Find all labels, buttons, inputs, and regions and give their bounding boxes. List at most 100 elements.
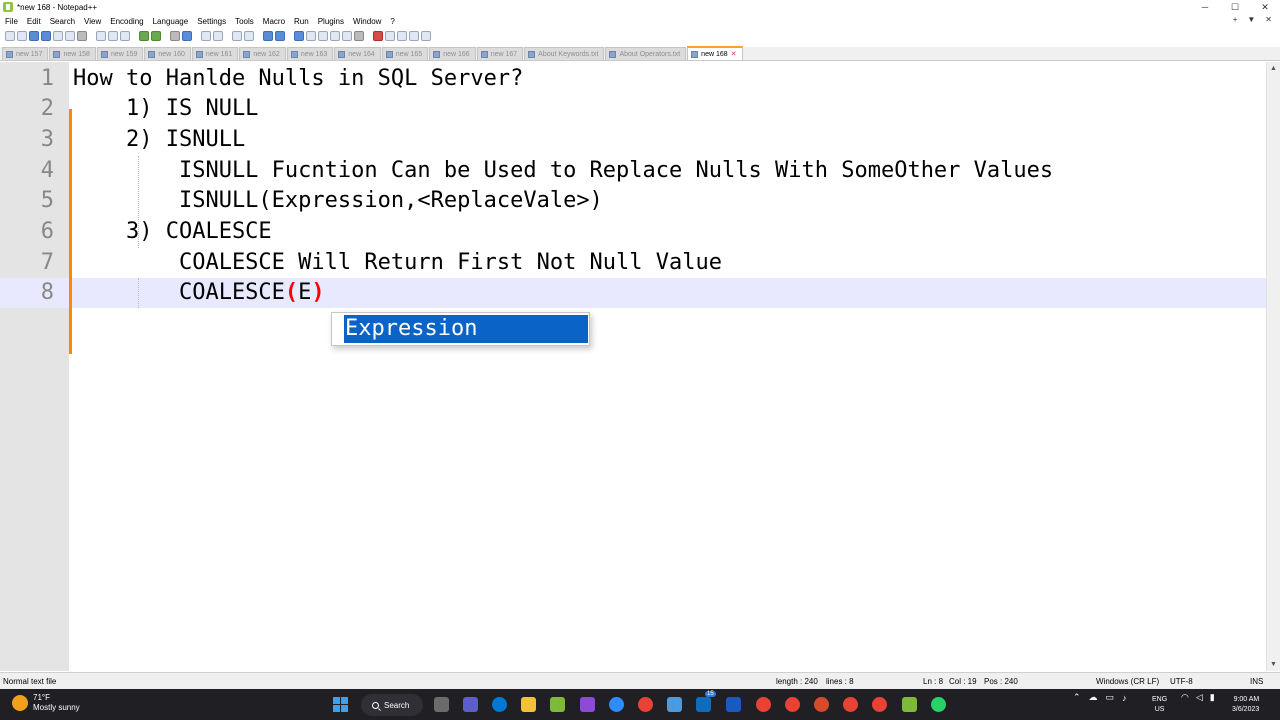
sync-vertical-icon[interactable] [232,31,242,41]
network-app-icon[interactable] [667,697,682,712]
notepadpp-instance-icon[interactable] [902,697,917,712]
menu-encoding[interactable]: Encoding [105,17,147,26]
keyboard-icon[interactable]: ▭ [1106,692,1115,703]
tab-list-dropdown-icon[interactable]: ▼ [1247,15,1255,24]
scroll-down-arrow-icon[interactable]: ▼ [1270,661,1277,668]
chrome-profile-5-icon[interactable] [872,697,887,712]
status-eol[interactable]: Windows (CR LF) [1096,677,1159,686]
chrome-profile-3-icon[interactable] [785,697,800,712]
find-icon[interactable] [170,31,180,41]
cut-icon[interactable] [96,31,106,41]
minimize-button[interactable]: ─ [1190,0,1220,14]
zoom-icon[interactable] [609,697,624,712]
menu-run[interactable]: Run [289,17,313,26]
word-icon[interactable] [726,697,741,712]
microphone-icon[interactable]: ♪ [1122,693,1127,703]
battery-icon[interactable]: ▮ [1210,692,1215,703]
taskbar-clock[interactable]: 9:00 AM 3/6/2023 [1232,695,1259,715]
record-macro-icon[interactable] [373,31,383,41]
menu-window[interactable]: Window [348,17,385,26]
status-encoding[interactable]: UTF-8 [1170,677,1193,686]
replace-icon[interactable] [182,31,192,41]
outlook-icon[interactable] [696,697,711,712]
volume-icon[interactable]: ◁ [1196,692,1203,703]
save-macro-icon[interactable] [421,31,431,41]
visual-studio-icon[interactable] [580,697,595,712]
chrome-profile-4-icon[interactable] [843,697,858,712]
input-language[interactable]: ENG US [1152,695,1167,715]
paste-icon[interactable] [120,31,130,41]
windows-start-icon[interactable] [333,697,348,712]
play-macro-icon[interactable] [397,31,407,41]
sync-horizontal-icon[interactable] [244,31,254,41]
whatsapp-icon[interactable] [931,697,946,712]
onedrive-cloud-icon[interactable]: ☁ [1089,692,1098,703]
redo-icon[interactable] [151,31,161,41]
editor-area[interactable]: 1 How to Hanlde Nulls in SQL Server? 2 1… [0,62,1280,695]
chrome-profile-2-icon[interactable] [756,697,771,712]
tab-new-159[interactable]: new 159 [96,47,144,60]
edge-browser-icon[interactable] [492,697,507,712]
open-file-icon[interactable] [17,31,27,41]
tab-new-163[interactable]: new 163 [286,47,334,60]
misc-icon[interactable] [354,31,364,41]
tab-close-icon[interactable]: ✕ [731,50,737,58]
file-explorer-icon[interactable] [521,697,536,712]
undo-icon[interactable] [139,31,149,41]
maximize-button[interactable]: ☐ [1220,0,1250,14]
tab-new-157[interactable]: new 157 [2,47,49,60]
monitoring-icon[interactable] [342,31,352,41]
weather-widget[interactable]: 71°F Mostly sunny [12,693,80,713]
show-hidden-icons-icon[interactable]: ⌃ [1073,692,1081,703]
tab-new-160[interactable]: new 160 [144,47,191,60]
save-icon[interactable] [29,31,39,41]
taskbar-search[interactable]: Search [361,694,423,716]
folder-workspace-icon[interactable] [330,31,340,41]
new-tab-plus-icon[interactable]: + [1233,15,1238,24]
close-file-icon[interactable] [53,31,63,41]
tab-new-164[interactable]: new 164 [334,47,381,60]
menu-view[interactable]: View [79,17,105,26]
stop-macro-icon[interactable] [385,31,395,41]
document-map-icon[interactable] [306,31,316,41]
status-insert-mode[interactable]: INS [1250,677,1263,686]
chrome-icon[interactable] [638,697,653,712]
menu-help[interactable]: ? [385,17,398,26]
menu-tools[interactable]: Tools [230,17,258,26]
zoom-in-icon[interactable] [201,31,211,41]
show-all-characters-icon[interactable] [275,31,285,41]
zoom-out-icon[interactable] [213,31,223,41]
print-icon[interactable] [77,31,87,41]
indent-guide-icon[interactable] [294,31,304,41]
wifi-icon[interactable]: ◠ [1181,692,1189,703]
teams-chat-icon[interactable] [463,697,478,712]
close-button[interactable]: ✕ [1250,0,1280,14]
vertical-scrollbar[interactable]: ▲ ▼ [1266,62,1280,671]
menu-language[interactable]: Language [148,17,193,26]
tab-about-operators[interactable]: About Operators.txt [605,47,687,60]
close-all-icon[interactable] [65,31,75,41]
menu-settings[interactable]: Settings [192,17,230,26]
tab-new-166[interactable]: new 166 [429,47,476,60]
tab-new-161[interactable]: new 161 [191,47,239,60]
menu-edit[interactable]: Edit [22,17,45,26]
save-all-icon[interactable] [41,31,51,41]
run-macro-multiple-icon[interactable] [409,31,419,41]
copy-icon[interactable] [108,31,118,41]
menu-search[interactable]: Search [45,17,79,26]
tab-new-165[interactable]: new 165 [381,47,429,60]
tab-new-168[interactable]: new 168 ✕ [687,46,743,60]
notepadpp-taskbar-icon[interactable] [550,697,565,712]
tab-new-162[interactable]: new 162 [239,47,286,60]
menu-file[interactable]: File [0,17,22,26]
tab-new-167[interactable]: new 167 [476,47,524,60]
menu-macro[interactable]: Macro [258,17,289,26]
autocomplete-suggestion[interactable]: Expression [344,315,588,343]
tab-about-keywords[interactable]: About Keywords.txt [524,47,605,60]
close-document-icon[interactable]: ✕ [1265,15,1272,24]
tab-new-158[interactable]: new 158 [49,47,96,60]
new-file-icon[interactable] [5,31,15,41]
vivaldi-icon[interactable] [814,697,829,712]
menu-plugins[interactable]: Plugins [313,17,348,26]
task-view-icon[interactable] [434,697,449,712]
